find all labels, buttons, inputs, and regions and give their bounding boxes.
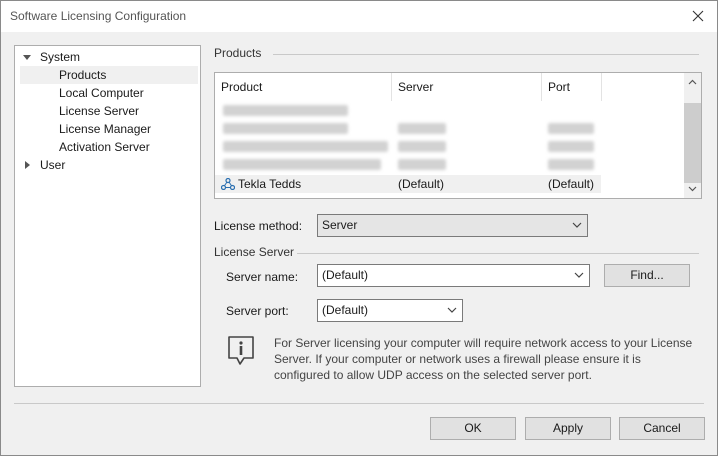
info-line: configured to allow UDP access on the se…	[274, 368, 592, 382]
tree-label: Local Computer	[59, 86, 144, 100]
find-button[interactable]: Find...	[604, 264, 690, 287]
close-button[interactable]	[687, 5, 709, 27]
server-port-combobox[interactable]: (Default)	[317, 299, 463, 322]
footer-divider	[14, 403, 704, 404]
tree-label: User	[40, 158, 66, 172]
column-header-port[interactable]: Port	[542, 73, 602, 101]
list-item[interactable]	[215, 119, 683, 137]
tree-item-license-server[interactable]: License Server	[20, 102, 198, 120]
column-header-product[interactable]: Product	[215, 73, 392, 101]
expand-arrow-icon[interactable]	[25, 161, 30, 169]
tree-item-products[interactable]: Products	[20, 66, 198, 84]
license-method-select[interactable]: Server	[317, 214, 588, 237]
tree-item-license-manager[interactable]: License Manager	[20, 120, 198, 138]
tree-label: System	[40, 50, 81, 64]
ok-button[interactable]: OK	[430, 417, 516, 440]
info-line: For Server licensing your computer will …	[274, 336, 693, 350]
list-item[interactable]	[215, 101, 683, 119]
title-bar: Software Licensing Configuration	[1, 1, 717, 32]
chevron-down-icon[interactable]	[574, 271, 584, 279]
list-item-tekla-tedds[interactable]: Tekla Tedds (Default) (Default)	[215, 175, 601, 193]
licensing-dialog: Software Licensing Configuration System …	[0, 0, 718, 456]
tree-item-user[interactable]: User	[20, 156, 198, 174]
server-name-combobox[interactable]: (Default)	[317, 264, 590, 287]
license-method-value: Server	[322, 218, 358, 232]
server-port-value: (Default)	[322, 303, 369, 317]
product-name: Tekla Tedds	[238, 177, 302, 191]
tree-item-system[interactable]: System	[20, 48, 198, 66]
server-name-label: Server name:	[226, 270, 299, 284]
chevron-down-icon[interactable]	[447, 306, 457, 314]
list-item[interactable]	[215, 137, 683, 155]
server-name-value: (Default)	[322, 268, 369, 282]
tree-item-local-computer[interactable]: Local Computer	[20, 84, 198, 102]
scroll-thumb[interactable]	[684, 103, 701, 183]
collapse-arrow-icon[interactable]	[23, 55, 31, 60]
apply-button[interactable]: Apply	[525, 417, 611, 440]
navigation-tree: System Products Local Computer License S…	[14, 45, 201, 387]
list-item[interactable]	[215, 155, 683, 173]
window-title: Software Licensing Configuration	[10, 9, 187, 23]
product-server: (Default)	[398, 177, 445, 191]
product-tree-icon	[221, 178, 235, 190]
close-icon	[692, 10, 704, 22]
chevron-down-icon	[572, 222, 582, 228]
license-server-section-label: License Server	[214, 245, 295, 259]
server-port-label: Server port:	[226, 304, 289, 318]
info-line: Server. If your computer or network uses…	[274, 352, 641, 366]
products-scrollbar[interactable]	[684, 73, 701, 198]
license-method-label: License method:	[214, 219, 303, 233]
products-divider	[273, 54, 699, 55]
product-port: (Default)	[548, 177, 595, 191]
products-section-label: Products	[214, 46, 262, 60]
scroll-down-icon[interactable]	[688, 184, 697, 193]
column-header-server[interactable]: Server	[392, 73, 542, 101]
tree-label: Products	[59, 68, 107, 82]
products-list[interactable]: Product Server Port Tekla Tedds (Default…	[214, 72, 702, 199]
tree-label: License Manager	[59, 122, 152, 136]
info-icon	[228, 336, 254, 365]
tree-item-activation-server[interactable]: Activation Server	[20, 138, 198, 156]
info-message: For Server licensing your computer will …	[274, 335, 704, 383]
tree-label: Activation Server	[59, 140, 150, 154]
license-server-divider	[297, 253, 699, 254]
scroll-up-icon[interactable]	[688, 78, 697, 87]
cancel-button[interactable]: Cancel	[619, 417, 705, 440]
tree-label: License Server	[59, 104, 140, 118]
